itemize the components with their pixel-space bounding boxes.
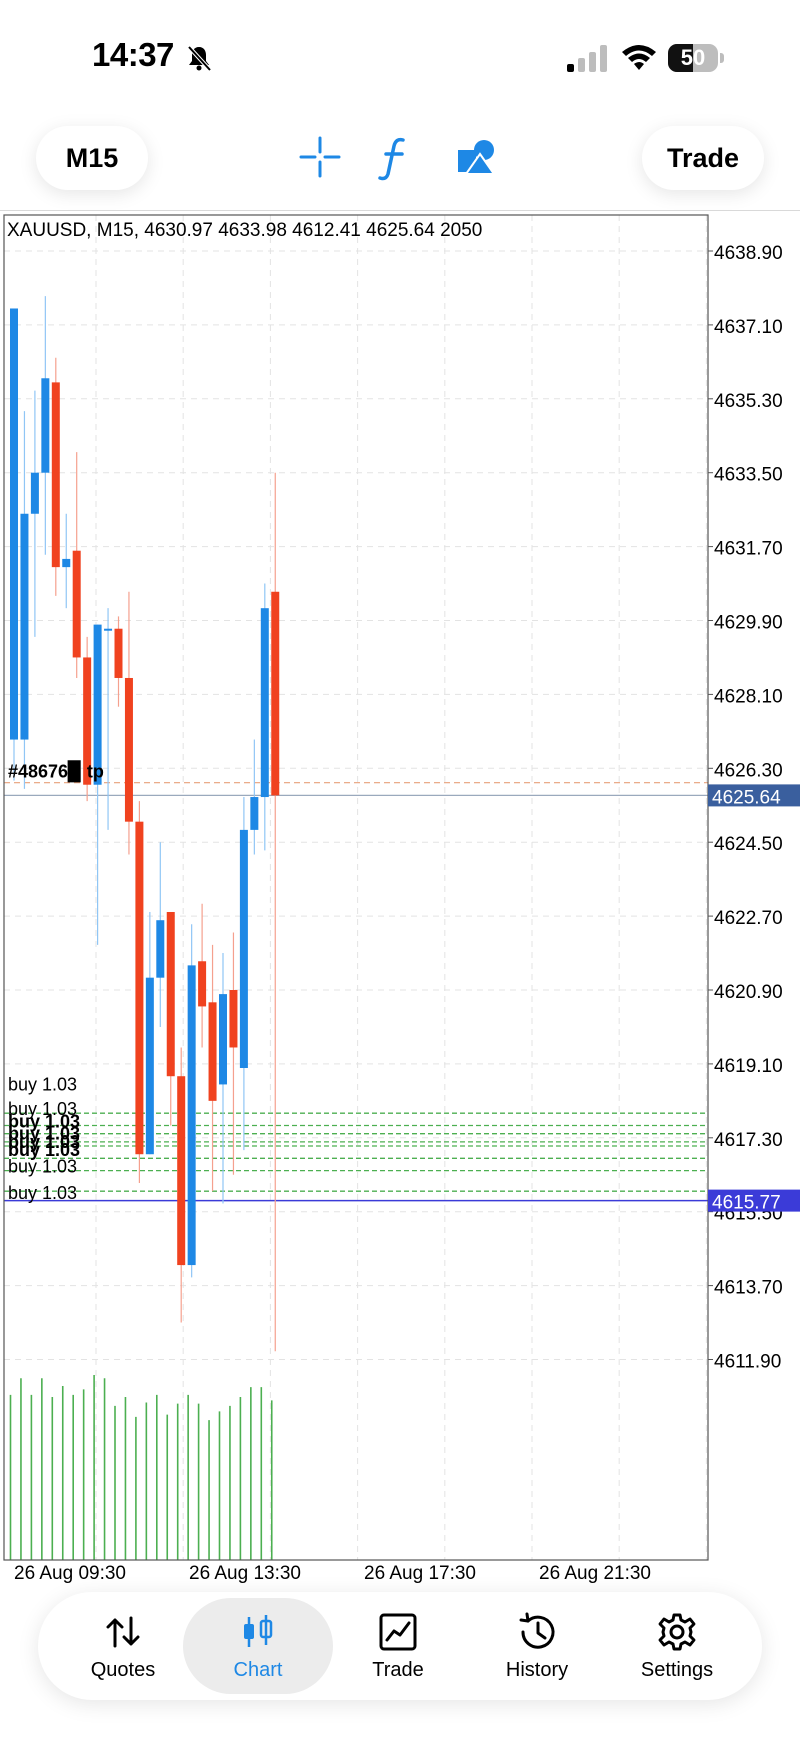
time-axis-label: 26 Aug 17:30 xyxy=(364,1563,476,1584)
nav-chart[interactable]: Chart xyxy=(183,1598,333,1694)
time-axis-label: 26 Aug 21:30 xyxy=(539,1563,651,1584)
price-axis-label: 4633.50 xyxy=(714,465,783,486)
candle-bull xyxy=(250,797,259,830)
history-clock-icon xyxy=(519,1612,555,1649)
candle-bear xyxy=(177,1076,186,1266)
position-price-tag: 4615.77 xyxy=(712,1193,781,1214)
candle-bull xyxy=(156,920,165,978)
price-axis-label: 4635.30 xyxy=(714,391,783,412)
nav-quotes-label: Quotes xyxy=(90,1659,156,1681)
price-axis-label: 4631.70 xyxy=(714,539,783,560)
candle-bear xyxy=(198,961,207,1007)
price-axis-label: 4611.90 xyxy=(714,1352,781,1373)
tp-label: #48676▉ tp xyxy=(8,760,104,783)
status-bar: 14:37 50 xyxy=(0,0,800,110)
candle-bull xyxy=(239,829,248,1069)
battery-icon: 50 xyxy=(668,44,726,72)
candle-bull xyxy=(30,472,39,514)
timeframe-button[interactable]: M15 xyxy=(36,126,148,190)
candle-bull xyxy=(41,378,50,473)
indicators-function-icon[interactable] xyxy=(372,132,422,182)
nav-chart-label: Chart xyxy=(233,1659,283,1681)
nav-history[interactable]: History xyxy=(462,1598,612,1694)
candle-bear xyxy=(72,550,81,658)
candle-bull xyxy=(62,558,71,568)
trade-chart-icon xyxy=(379,1613,417,1651)
volume-bars xyxy=(9,1375,273,1560)
settings-gear-icon xyxy=(658,1613,696,1651)
nav-trade[interactable]: Trade xyxy=(323,1598,473,1694)
chart-canvas[interactable]: 4638.90 4637.10 4635.30 4633.50 4631.70 4629.… xyxy=(0,211,800,1591)
candle-bear xyxy=(135,821,144,1155)
wifi-icon xyxy=(622,45,656,70)
chart-grid xyxy=(4,215,708,1560)
candle-bull xyxy=(10,308,18,740)
current-price-tag: 4625.64 xyxy=(712,787,781,808)
candle-bull xyxy=(104,628,113,631)
crosshair-icon[interactable] xyxy=(295,132,345,182)
candle-bear xyxy=(124,677,133,822)
price-axis-label: 4638.90 xyxy=(714,243,783,264)
price-axis-label: 4619.10 xyxy=(714,1056,783,1077)
candlestick-icon xyxy=(244,1615,273,1647)
silent-bell-icon xyxy=(187,45,212,72)
candle-bull xyxy=(219,994,227,1085)
nav-trade-label: Trade xyxy=(372,1659,424,1681)
trade-button[interactable]: Trade xyxy=(642,126,764,190)
price-axis: 4638.90 4637.10 4635.30 4633.50 4631.70 4629.… xyxy=(708,243,800,1373)
battery-level: 50 xyxy=(680,45,706,70)
buy-label: buy 1.03 xyxy=(8,1157,77,1177)
nav-history-label: History xyxy=(505,1659,569,1681)
candle-bull xyxy=(145,977,154,1155)
level-labels: #48676▉ tpbuy 1.03buy 1.03buy 1.03buy 1.… xyxy=(8,760,104,1204)
candle-bear xyxy=(271,591,280,796)
nav-quotes[interactable]: Quotes xyxy=(48,1598,198,1694)
price-axis-label: 4629.90 xyxy=(714,613,783,634)
chart-frame xyxy=(3,214,709,1561)
price-axis-label: 4628.10 xyxy=(714,686,783,707)
candle-bull xyxy=(260,608,269,798)
price-axis-label: 4622.70 xyxy=(714,908,783,929)
price-axis-label: 4626.30 xyxy=(714,760,783,781)
chart-toolbar: M15 Trade xyxy=(0,110,800,211)
buy-label: buy 1.03 xyxy=(8,1183,77,1203)
price-axis-label: 4617.30 xyxy=(714,1130,783,1151)
time-axis: 26 Aug 09:30 26 Aug 13:30 26 Aug 17:30 26 A… xyxy=(14,1563,651,1584)
cellular-signal-icon xyxy=(567,45,607,72)
nav-settings-label: Settings xyxy=(640,1659,714,1681)
time-axis-label: 26 Aug 09:30 xyxy=(14,1563,126,1584)
candle-bull xyxy=(187,965,196,1266)
candle-bull xyxy=(20,513,29,740)
price-axis-label: 4637.10 xyxy=(714,317,783,338)
price-chart[interactable]: 4638.90 4637.10 4635.30 4633.50 4631.70 4629.… xyxy=(0,211,800,1591)
candle-bear xyxy=(166,911,175,1077)
price-axis-label: 4620.90 xyxy=(714,982,783,1003)
quotes-arrows-icon xyxy=(106,1616,140,1648)
candle-bear xyxy=(229,990,238,1048)
nav-settings[interactable]: Settings xyxy=(602,1598,752,1694)
candle-bear xyxy=(114,628,123,678)
candle-bear xyxy=(51,382,60,568)
status-time: 14:37 xyxy=(92,36,174,73)
buy-label: buy 1.03 xyxy=(8,1074,77,1094)
chart-header: XAUUSD, M15, 4630.97 4633.98 4612.41 462… xyxy=(7,220,482,241)
time-axis-label: 26 Aug 13:30 xyxy=(189,1563,301,1584)
candle-bear xyxy=(208,1002,217,1101)
price-axis-label: 4613.70 xyxy=(714,1278,783,1299)
objects-shapes-icon[interactable] xyxy=(450,132,500,182)
price-axis-label: 4624.50 xyxy=(714,834,783,855)
bottom-navigation: Quotes Chart Trade History Settings xyxy=(38,1592,762,1700)
